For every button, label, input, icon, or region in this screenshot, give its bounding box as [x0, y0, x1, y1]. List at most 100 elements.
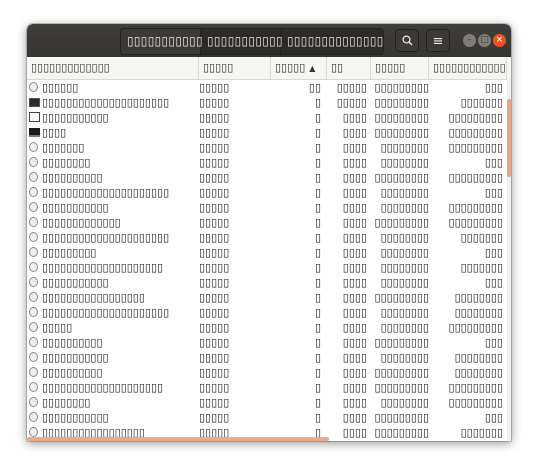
column-header-extra[interactable]: ▯	[507, 57, 511, 79]
process-name: ▯▯▯▯▯▯▯▯▯▯▯	[42, 276, 109, 289]
minimize-icon: –	[467, 35, 472, 45]
process-priority: ▯▯▯▯▯▯▯	[460, 261, 503, 274]
table-row[interactable]: ▯▯▯▯▯▯▯▯▯▯▯▯▯▯▯▯▯▯▯▯▯▯▯▯▯▯▯▯▯▯▯▯▯▯▯▯▯▯	[27, 170, 507, 185]
process-icon	[29, 187, 38, 197]
process-user: ▯▯▯▯▯	[199, 156, 230, 169]
process-user: ▯▯▯▯▯	[199, 261, 230, 274]
close-button[interactable]: ×	[493, 34, 506, 47]
table-row[interactable]: ▯▯▯▯▯▯▯▯▯▯▯▯▯▯▯▯▯▯▯▯▯▯▯▯▯▯▯▯▯▯▯▯▯▯▯▯▯	[27, 350, 507, 365]
process-icon-cell	[29, 335, 41, 350]
minimize-button[interactable]: –	[463, 34, 476, 47]
table-row[interactable]: ▯▯▯▯▯▯▯▯▯▯▯ ▯▯▯▯▯ ▯ ▯▯▯▯ ▯▯▯▯▯▯▯▯▯ ▯▯▯▯▯▯▯▯▯	[27, 110, 507, 125]
process-priority: ▯▯▯▯▯▯▯▯▯	[448, 111, 503, 124]
monitor-icon	[29, 128, 40, 137]
process-cpu: ▯	[314, 321, 321, 334]
table-row[interactable]: ▯▯▯▯▯▯▯ ▯▯▯▯▯ ▯ ▯▯▯▯ ▯▯▯▯▯▯▯▯ ▯▯▯▯▯▯▯▯▯	[27, 140, 507, 155]
table-row[interactable]: ▯▯▯▯▯▯▯▯▯▯▯▯▯▯▯▯▯▯▯▯▯▯▯▯▯▯▯▯▯▯▯▯▯▯▯▯▯	[27, 365, 507, 380]
table-row[interactable]: ▯▯▯▯▯▯▯▯▯▯▯▯▯▯▯▯▯▯▯▯▯▯▯▯▯▯▯▯▯▯	[27, 245, 507, 260]
process-icon-cell	[29, 215, 41, 230]
horizontal-scrollbar[interactable]	[27, 437, 507, 441]
column-header-cpu[interactable]: ▯▯▯▯▯ ▲	[271, 57, 327, 79]
process-icon-cell	[29, 155, 41, 170]
table-row[interactable]: ▯▯▯▯▯▯▯▯▯▯▯▯▯▯▯▯▯▯▯▯▯▯▯▯▯▯▯▯▯▯▯▯▯▯▯▯▯▯▯▯…	[27, 260, 507, 275]
table-row[interactable]: ▯▯▯▯▯▯▯▯▯▯▯▯▯▯▯▯▯▯▯▯▯▯▯▯▯▯▯▯▯▯▯▯▯▯▯▯▯▯▯▯…	[27, 290, 507, 305]
process-id: ▯▯▯▯▯	[336, 96, 367, 109]
close-icon: ×	[495, 35, 504, 45]
process-memory: ▯▯▯▯▯▯▯▯▯	[374, 366, 429, 379]
process-priority: ▯▯▯	[484, 276, 503, 289]
table-row[interactable]: ▯▯▯▯▯▯▯▯▯▯▯▯▯▯▯▯▯▯▯▯▯▯▯▯▯▯▯▯▯▯▯▯	[27, 320, 507, 335]
process-memory: ▯▯▯▯▯▯▯▯	[380, 141, 429, 154]
process-cpu: ▯	[314, 411, 321, 424]
vertical-scrollbar[interactable]	[507, 79, 511, 441]
process-memory: ▯▯▯▯▯▯▯▯▯	[374, 96, 429, 109]
process-user: ▯▯▯▯▯	[199, 231, 230, 244]
process-cpu: ▯	[314, 261, 321, 274]
table-row[interactable]: ▯▯▯▯▯▯▯▯▯▯▯▯▯▯▯▯▯▯▯▯▯▯▯▯▯▯▯▯▯▯▯▯▯▯▯▯▯▯▯▯…	[27, 305, 507, 320]
process-memory: ▯▯▯▯▯▯▯▯▯	[374, 291, 429, 304]
maximize-icon: □	[480, 35, 489, 45]
process-user: ▯▯▯▯▯	[199, 396, 230, 409]
tab-file-systems[interactable]: ▯▯▯▯▯▯▯▯▯▯▯▯▯▯	[281, 29, 383, 54]
process-cpu: ▯	[314, 246, 321, 259]
process-icon-cell	[29, 395, 41, 410]
process-icon	[29, 367, 38, 377]
process-user: ▯▯▯▯▯	[199, 411, 230, 424]
table-row[interactable]: ▯▯▯▯▯▯▯▯▯▯▯ ▯▯▯▯▯ ▯ ▯▯▯▯ ▯▯▯▯▯▯▯▯▯ ▯▯▯	[27, 410, 507, 425]
table-row[interactable]: ▯▯▯▯▯▯▯▯▯▯▯▯▯▯▯▯▯▯▯▯▯▯▯▯▯▯▯▯▯▯▯▯▯▯▯▯▯▯	[27, 200, 507, 215]
terminal-icon	[29, 98, 40, 107]
column-header-process-name[interactable]: ▯▯▯▯▯▯▯▯▯▯▯▯▯	[27, 57, 199, 79]
process-name: ▯▯▯▯▯▯▯▯▯	[42, 246, 97, 259]
process-priority: ▯▯▯	[484, 246, 503, 259]
process-name: ▯▯▯▯▯▯	[42, 81, 79, 94]
process-icon	[29, 352, 38, 362]
process-icon-cell	[29, 170, 41, 185]
process-name: ▯▯▯▯▯▯▯▯▯▯▯▯▯	[42, 216, 121, 229]
search-button[interactable]	[395, 29, 419, 52]
maximize-button[interactable]: □	[478, 34, 491, 47]
process-id: ▯▯▯▯	[342, 291, 367, 304]
process-icon	[29, 277, 38, 287]
process-cpu: ▯	[314, 186, 321, 199]
process-priority: ▯▯▯▯▯▯▯▯▯	[448, 321, 503, 334]
process-name: ▯▯▯▯▯▯▯▯▯▯	[42, 336, 103, 349]
process-name: ▯▯▯▯▯▯▯▯▯▯▯▯▯▯▯▯▯▯▯▯▯	[42, 186, 170, 199]
column-header-memory[interactable]: ▯▯▯▯▯	[371, 57, 429, 79]
process-user: ▯▯▯▯▯	[199, 336, 230, 349]
table-row[interactable]: ▯▯▯▯▯▯▯▯▯▯▯▯▯▯▯▯▯▯▯▯▯▯▯▯▯▯▯▯▯▯▯▯▯▯▯	[27, 395, 507, 410]
table-row[interactable]: ▯▯▯▯▯▯▯▯ ▯▯▯▯▯ ▯ ▯▯▯▯ ▯▯▯▯▯▯▯▯ ▯▯▯	[27, 155, 507, 170]
process-id: ▯▯▯▯	[342, 351, 367, 364]
process-memory: ▯▯▯▯▯▯▯▯▯	[374, 81, 429, 94]
column-header-user[interactable]: ▯▯▯▯▯	[199, 57, 271, 79]
tab-processes[interactable]: ▯▯▯▯▯▯▯▯▯▯▯	[121, 29, 203, 54]
table-row[interactable]: ▯▯▯▯▯▯▯▯▯▯▯▯▯▯▯▯▯▯▯▯▯▯▯▯▯▯▯▯▯▯▯▯▯▯▯▯▯▯▯▯…	[27, 230, 507, 245]
table-row[interactable]: ▯▯▯▯▯▯▯▯▯▯▯▯▯▯▯▯▯▯▯▯▯▯▯▯▯▯▯▯▯▯▯▯	[27, 275, 507, 290]
horizontal-scrollbar-thumb[interactable]	[27, 437, 329, 441]
process-id: ▯▯▯▯	[342, 366, 367, 379]
process-id: ▯▯▯▯	[342, 216, 367, 229]
process-user: ▯▯▯▯▯	[199, 141, 230, 154]
table-row[interactable]: ▯▯▯▯▯▯▯▯▯▯▯▯▯▯▯▯▯▯▯▯▯▯▯▯▯▯▯▯▯▯	[27, 80, 507, 95]
table-row[interactable]: ▯▯▯▯▯▯▯▯▯▯▯▯▯▯▯▯▯▯▯▯▯▯▯▯▯▯▯▯▯▯▯▯▯▯▯▯▯▯▯▯…	[27, 380, 507, 395]
process-cpu: ▯	[314, 276, 321, 289]
process-icon-cell	[29, 110, 41, 125]
table-row[interactable]: ▯▯▯▯▯▯▯▯▯▯▯▯▯▯▯▯▯▯▯▯▯▯▯▯▯▯▯▯▯▯▯▯	[27, 335, 507, 350]
column-header-id[interactable]: ▯▯	[327, 57, 371, 79]
process-user: ▯▯▯▯▯	[199, 291, 230, 304]
tab-resources[interactable]: ▯▯▯▯▯▯▯▯▯▯▯	[201, 29, 283, 54]
table-row[interactable]: ▯▯▯▯▯▯▯▯▯▯▯▯▯▯▯▯▯▯▯▯▯▯▯▯▯▯▯▯▯▯▯▯▯▯▯▯▯▯▯▯…	[27, 215, 507, 230]
process-icon-cell	[29, 140, 41, 155]
process-memory: ▯▯▯▯▯▯▯▯	[380, 246, 429, 259]
process-memory: ▯▯▯▯▯▯▯▯▯	[374, 111, 429, 124]
process-cpu: ▯	[314, 336, 321, 349]
column-header-priority[interactable]: ▯▯▯▯▯▯▯▯▯▯▯▯	[429, 57, 507, 79]
table-row[interactable]: ▯▯▯▯▯▯▯▯▯▯▯▯▯▯▯▯▯▯▯▯▯▯▯▯▯▯▯▯▯▯▯▯	[27, 125, 507, 140]
vertical-scrollbar-thumb[interactable]	[507, 99, 511, 177]
process-icon-cell	[29, 230, 41, 245]
process-id: ▯▯▯▯	[342, 396, 367, 409]
table-row[interactable]: ▯▯▯▯▯▯▯▯▯▯▯▯▯▯▯▯▯▯▯▯▯▯▯▯▯▯▯▯▯▯▯▯▯▯▯▯▯▯▯▯…	[27, 95, 507, 110]
process-priority: ▯▯▯▯▯▯▯▯▯	[448, 396, 503, 409]
menu-button[interactable]: ≡	[426, 29, 450, 52]
table-row[interactable]: ▯▯▯▯▯▯▯▯▯▯▯▯▯▯▯▯▯▯▯▯▯▯▯▯▯▯▯▯▯▯▯▯▯▯▯▯▯▯▯▯…	[27, 185, 507, 200]
process-icon-cell	[29, 245, 41, 260]
